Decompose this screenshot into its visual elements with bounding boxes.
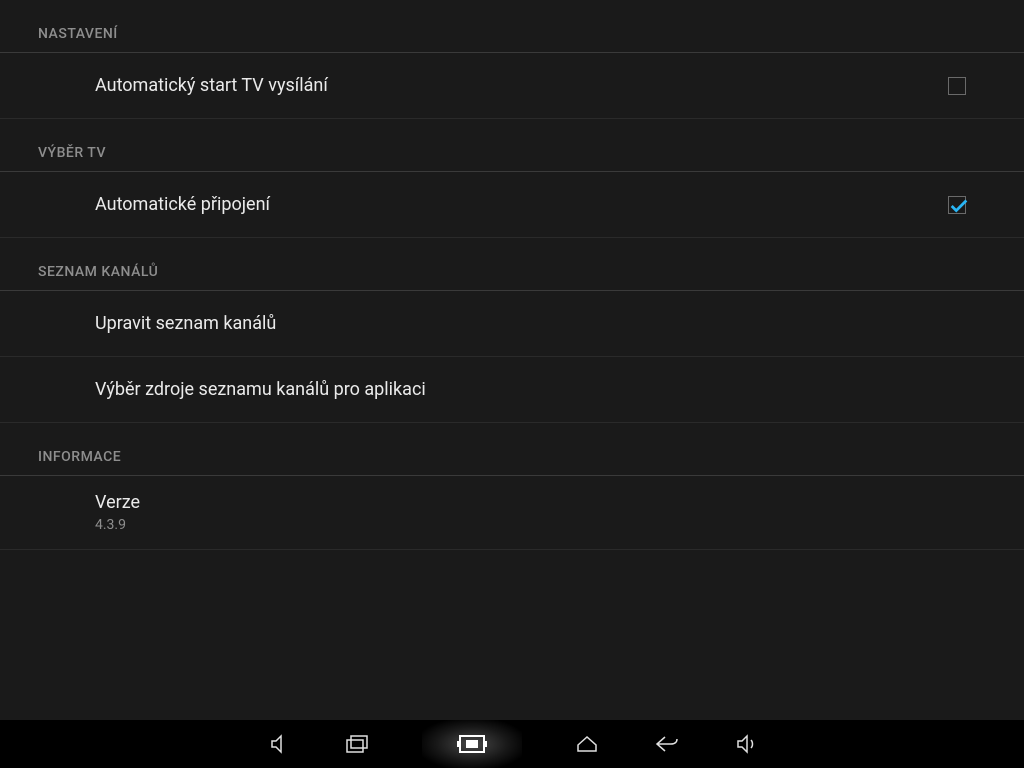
settings-content: NASTAVENÍ Automatický start TV vysílání …	[0, 0, 1024, 720]
edit-channels-label: Upravit seznam kanálů	[95, 313, 986, 334]
auto-connect-label: Automatické připojení	[95, 194, 948, 215]
setting-text: Výběr zdroje seznamu kanálů pro aplikaci	[95, 379, 986, 400]
volume-down-icon[interactable]	[262, 729, 292, 759]
setting-text: Automatický start TV vysílání	[95, 75, 948, 96]
version-row[interactable]: Verze 4.3.9	[0, 476, 1024, 550]
auto-start-label: Automatický start TV vysílání	[95, 75, 948, 96]
edit-channels-row[interactable]: Upravit seznam kanálů	[0, 291, 1024, 357]
select-source-label: Výběr zdroje seznamu kanálů pro aplikaci	[95, 379, 986, 400]
section-header-tv-select: VÝBĚR TV	[0, 119, 1024, 172]
home-icon[interactable]	[572, 729, 602, 759]
version-value: 4.3.9	[95, 517, 986, 533]
select-source-row[interactable]: Výběr zdroje seznamu kanálů pro aplikaci	[0, 357, 1024, 423]
version-label: Verze	[95, 492, 986, 513]
back-icon[interactable]	[652, 729, 682, 759]
section-header-settings: NASTAVENÍ	[0, 0, 1024, 53]
volume-up-icon[interactable]	[732, 729, 762, 759]
auto-connect-row[interactable]: Automatické připojení	[0, 172, 1024, 238]
setting-text: Automatické připojení	[95, 194, 948, 215]
setting-text: Upravit seznam kanálů	[95, 313, 986, 334]
screenshot-icon[interactable]	[422, 720, 522, 768]
navigation-bar	[0, 720, 1024, 768]
checkbox-unchecked[interactable]	[948, 77, 966, 95]
setting-text: Verze 4.3.9	[95, 492, 986, 533]
section-header-information: INFORMACE	[0, 423, 1024, 476]
auto-start-tv-row[interactable]: Automatický start TV vysílání	[0, 53, 1024, 119]
section-header-channel-list: SEZNAM KANÁLŮ	[0, 238, 1024, 291]
checkbox-checked[interactable]	[948, 196, 966, 214]
recent-apps-icon[interactable]	[342, 729, 372, 759]
